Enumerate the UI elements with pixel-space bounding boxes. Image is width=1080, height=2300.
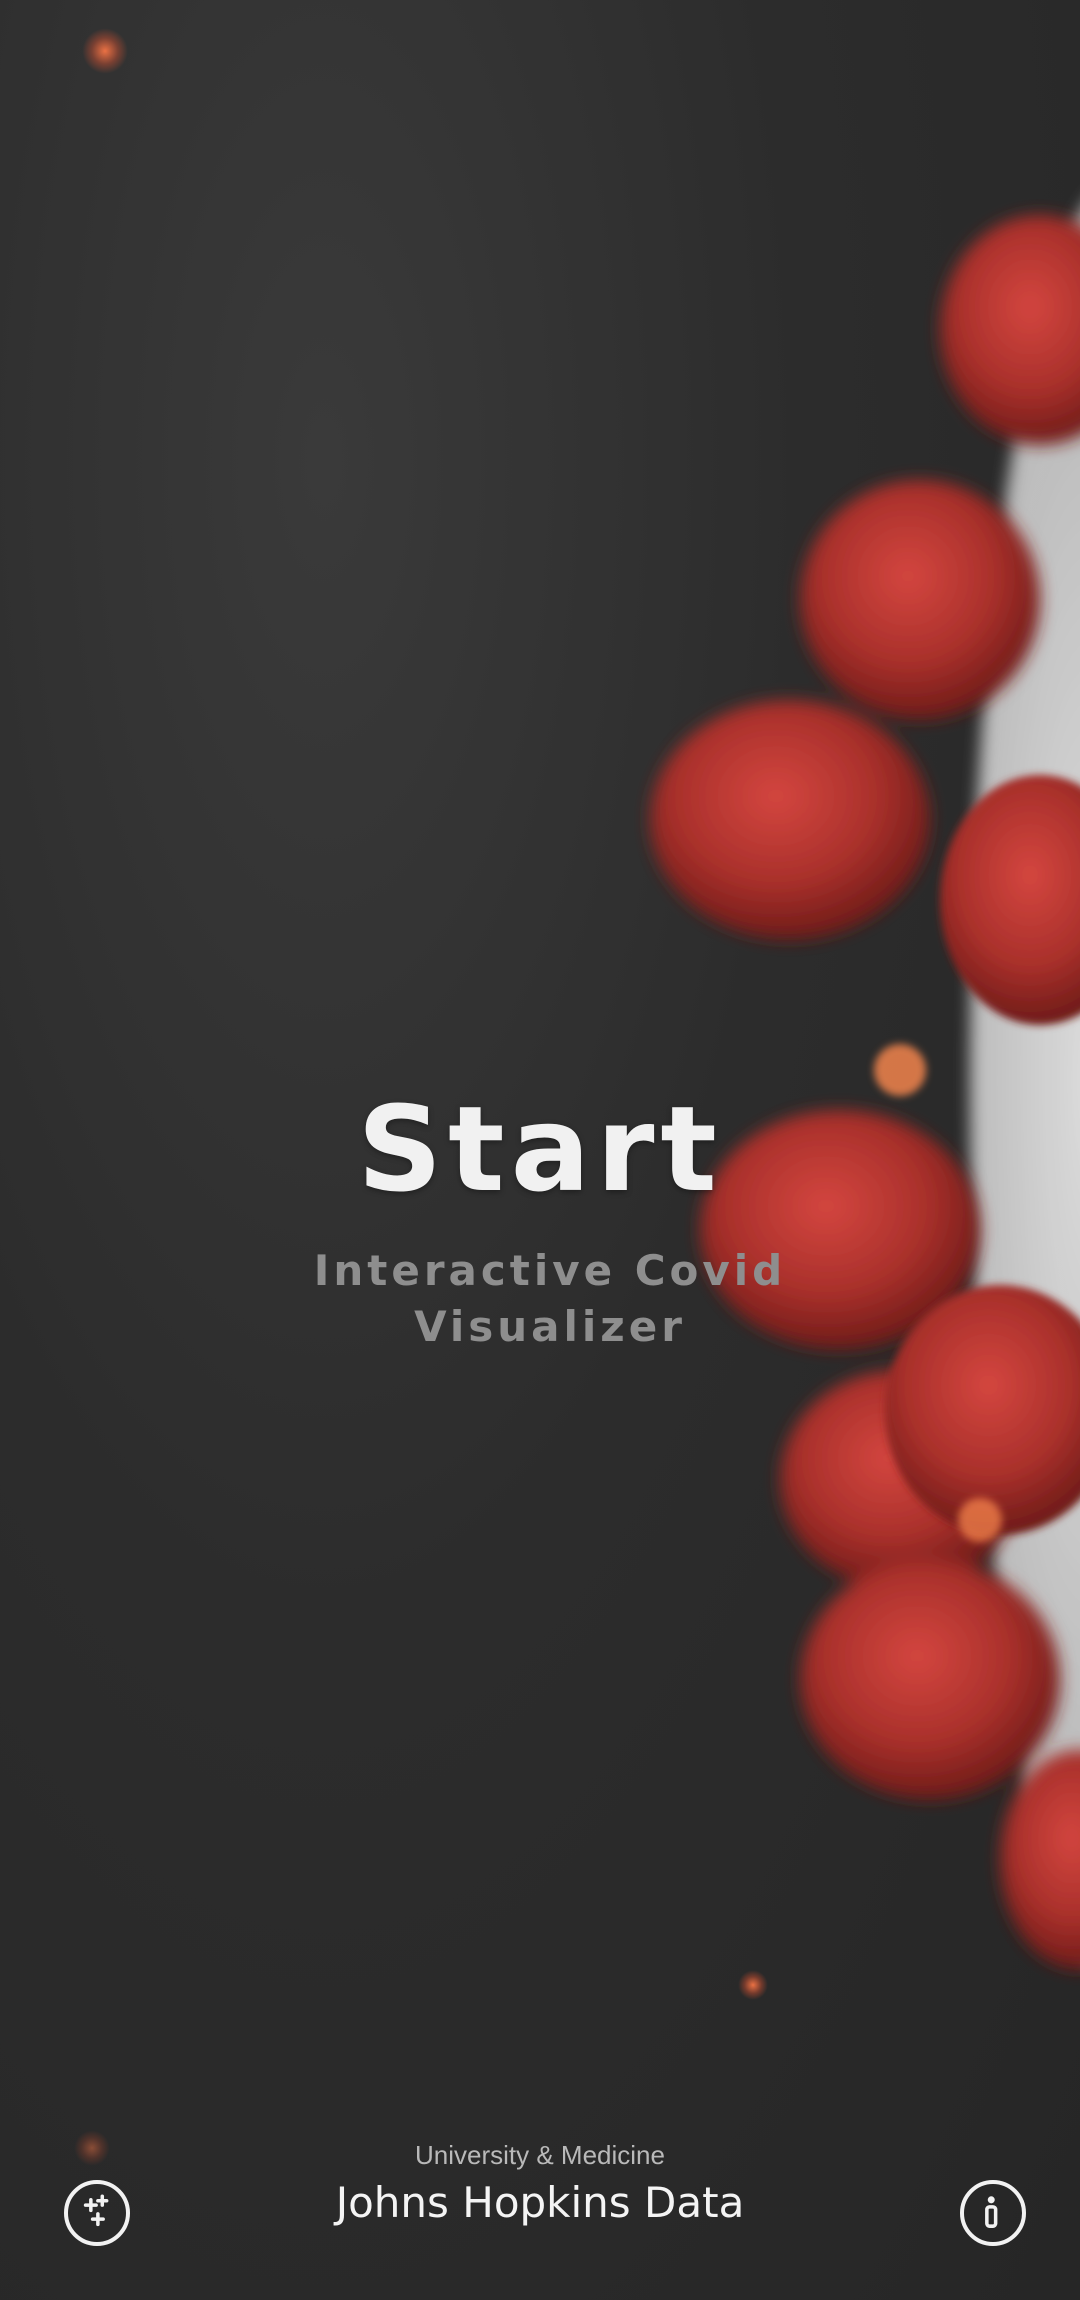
footer-title: Johns Hopkins Data [335,2178,745,2227]
glow-particle [82,28,128,74]
info-icon [985,2196,998,2228]
info-button[interactable] [960,2180,1026,2246]
app-screen: Start Interactive Covid Visualizer Unive… [0,0,1080,2300]
app-subtitle: Interactive Covid Visualizer [313,1245,787,1351]
start-button[interactable]: Start [357,1084,723,1215]
glow-particle [738,1970,768,2000]
hero-block: Start Interactive Covid Visualizer [0,1084,1080,1355]
footer-caption: University & Medicine [415,2140,665,2170]
footer-bar: University & Medicine Johns Hopkins Data [0,2140,1080,2280]
